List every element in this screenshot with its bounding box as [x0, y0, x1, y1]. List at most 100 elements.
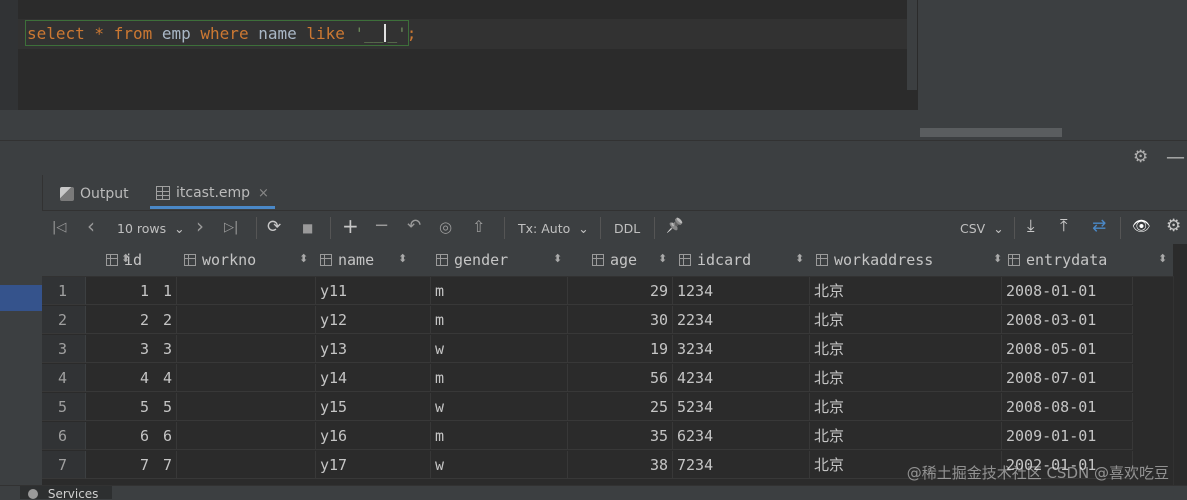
grid-vertical-scrollbar[interactable]	[1173, 276, 1187, 485]
cell-entrydata[interactable]: 2008-01-01	[1002, 277, 1133, 305]
table-row[interactable]: 6 6 6 y16 m 35 6234 北京 2009-01-01	[42, 422, 1173, 451]
cell-idcard[interactable]: 3234	[673, 335, 810, 363]
tab-itcast-emp[interactable]: itcast.emp ×	[150, 180, 275, 209]
cell-idcard[interactable]: 7234	[673, 451, 810, 479]
export-format-selector[interactable]: CSV ⌄	[960, 221, 1004, 236]
ddl-button[interactable]: DDL	[614, 221, 640, 236]
pin-tab-icon[interactable]: 📌	[666, 218, 683, 234]
revert-icon[interactable]: ↶	[407, 216, 421, 236]
column-header-workaddress[interactable]: workaddress	[816, 244, 933, 276]
cell-idcard[interactable]: 5234	[673, 393, 810, 421]
next-page-icon[interactable]: ›	[196, 214, 204, 238]
cell-workno[interactable]: 7	[136, 451, 316, 479]
compare-icon[interactable]: ⇄	[1092, 216, 1106, 236]
cell-workno[interactable]: 4	[136, 364, 316, 392]
sql-editor[interactable]	[0, 0, 918, 110]
sort-icon[interactable]: ⬍	[993, 252, 1002, 265]
cell-age[interactable]: 19	[568, 335, 673, 363]
row-number[interactable]: 3	[42, 335, 86, 363]
sql-statement[interactable]: select * from emp where name like '__ _';	[27, 24, 416, 43]
cell-workaddress[interactable]: 北京	[810, 422, 1002, 450]
cell-gender[interactable]: m	[431, 306, 568, 334]
column-header-gender[interactable]: gender	[436, 244, 508, 276]
cell-workno[interactable]: 3	[136, 335, 316, 363]
cell-age[interactable]: 35	[568, 422, 673, 450]
add-row-icon[interactable]: +	[342, 214, 359, 238]
tab-output[interactable]: Output	[60, 180, 129, 208]
cell-age[interactable]: 25	[568, 393, 673, 421]
cell-gender[interactable]: m	[431, 364, 568, 392]
cell-workno[interactable]: 2	[136, 306, 316, 334]
cell-entrydata[interactable]: 2008-03-01	[1002, 306, 1133, 334]
cell-gender[interactable]: w	[431, 451, 568, 479]
sort-icon[interactable]: ⬍	[795, 252, 804, 265]
cell-entrydata[interactable]: 2008-07-01	[1002, 364, 1133, 392]
table-row[interactable]: 3 3 3 y13 w 19 3234 北京 2008-05-01	[42, 335, 1173, 364]
download-icon[interactable]: ⤓	[1027, 216, 1035, 236]
refresh-icon[interactable]: ⟳	[267, 217, 281, 237]
cell-idcard[interactable]: 1234	[673, 277, 810, 305]
table-row[interactable]: 4 4 4 y14 m 56 4234 北京 2008-07-01	[42, 364, 1173, 393]
close-icon[interactable]: ×	[258, 186, 269, 201]
row-number[interactable]: 1	[42, 277, 86, 305]
cell-idcard[interactable]: 2234	[673, 306, 810, 334]
editor-vertical-scrollbar[interactable]	[907, 0, 917, 90]
cell-name[interactable]: y14	[316, 364, 431, 392]
row-number[interactable]: 4	[42, 364, 86, 392]
cell-workaddress[interactable]: 北京	[810, 306, 1002, 334]
sort-icon[interactable]: ⬍	[1158, 252, 1167, 265]
cell-workno[interactable]: 1	[136, 277, 316, 305]
cell-workaddress[interactable]: 北京	[810, 393, 1002, 421]
settings-icon[interactable]: ⚙	[1166, 216, 1181, 236]
cell-age[interactable]: 56	[568, 364, 673, 392]
column-header-idcard[interactable]: idcard	[679, 244, 751, 276]
cell-workno[interactable]: 5	[136, 393, 316, 421]
last-page-icon[interactable]: ▷|	[224, 220, 238, 235]
sort-icon[interactable]: ⬍	[398, 252, 407, 265]
column-header-name[interactable]: name	[320, 244, 374, 276]
page-size-selector[interactable]: 10 rows ⌄	[117, 221, 185, 236]
cell-name[interactable]: y12	[316, 306, 431, 334]
sort-icon[interactable]: ⬍	[658, 252, 667, 265]
cell-workaddress[interactable]: 北京	[810, 335, 1002, 363]
cell-entrydata[interactable]: 2008-08-01	[1002, 393, 1133, 421]
row-number[interactable]: 6	[42, 422, 86, 450]
cell-name[interactable]: y11	[316, 277, 431, 305]
column-header-entrydata[interactable]: entrydata	[1008, 244, 1107, 276]
row-number[interactable]: 5	[42, 393, 86, 421]
submit-icon[interactable]: ⇧	[472, 217, 485, 236]
first-page-icon[interactable]: |◁	[52, 220, 66, 235]
cell-name[interactable]: y16	[316, 422, 431, 450]
cell-age[interactable]: 38	[568, 451, 673, 479]
cell-gender[interactable]: m	[431, 277, 568, 305]
view-icon[interactable]: 👁	[1132, 217, 1151, 235]
sort-icon[interactable]: ⬍	[299, 252, 308, 265]
cell-name[interactable]: y13	[316, 335, 431, 363]
services-tree[interactable]	[0, 175, 43, 485]
cell-name[interactable]: y15	[316, 393, 431, 421]
cell-entrydata[interactable]: 2009-01-01	[1002, 422, 1133, 450]
cell-gender[interactable]: w	[431, 393, 568, 421]
cell-workaddress[interactable]: 北京	[810, 364, 1002, 392]
cell-name[interactable]: y17	[316, 451, 431, 479]
column-header-age[interactable]: age	[592, 244, 637, 276]
cell-gender[interactable]: w	[431, 335, 568, 363]
gear-icon[interactable]: ⚙	[1133, 147, 1148, 167]
cell-idcard[interactable]: 6234	[673, 422, 810, 450]
delete-row-icon[interactable]: −	[374, 215, 389, 236]
row-number[interactable]: 7	[42, 451, 86, 479]
stop-icon[interactable]: ■	[302, 221, 313, 235]
prev-page-icon[interactable]: ‹	[87, 214, 95, 238]
cell-age[interactable]: 29	[568, 277, 673, 305]
cell-entrydata[interactable]: 2008-05-01	[1002, 335, 1133, 363]
preview-changes-icon[interactable]: ◎	[439, 218, 452, 236]
table-row[interactable]: 5 5 5 y15 w 25 5234 北京 2008-08-01	[42, 393, 1173, 422]
sort-icon[interactable]: ⬍	[121, 252, 130, 265]
table-row[interactable]: 2 2 2 y12 m 30 2234 北京 2008-03-01	[42, 306, 1173, 335]
cell-idcard[interactable]: 4234	[673, 364, 810, 392]
column-header-workno[interactable]: workno	[184, 244, 256, 276]
minimize-icon[interactable]: —	[1166, 146, 1185, 168]
services-tree-selection[interactable]	[0, 285, 42, 311]
transaction-mode-selector[interactable]: Tx: Auto ⌄	[518, 221, 589, 236]
cell-age[interactable]: 30	[568, 306, 673, 334]
